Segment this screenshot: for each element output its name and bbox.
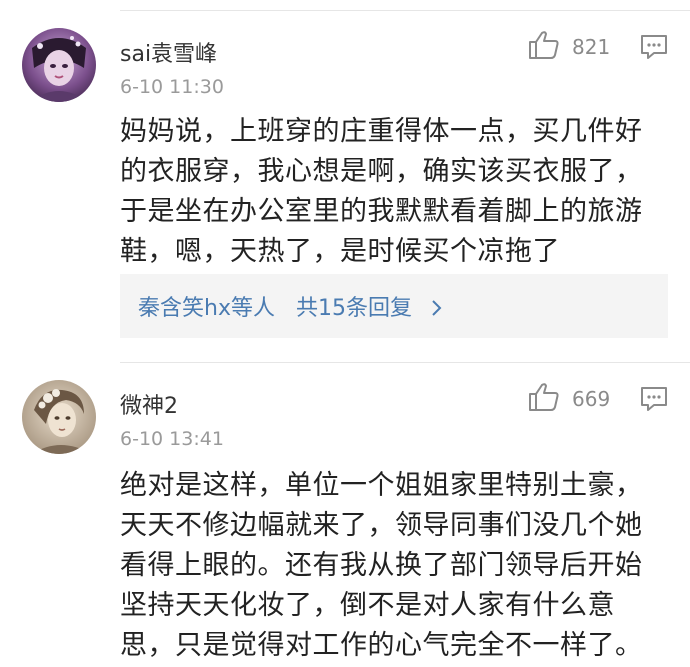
reply-count: 共15条回复	[295, 296, 412, 321]
like-count: 669	[572, 387, 611, 411]
replies-summary[interactable]: 秦含笑hx等人 共15条回复	[120, 274, 668, 338]
comment-bubble-icon[interactable]	[640, 385, 668, 417]
username[interactable]: 微神2	[120, 388, 178, 420]
comment-time: 6-10 13:41	[120, 428, 224, 450]
comment-time: 6-10 11:30	[120, 76, 224, 98]
comment-bubble-icon[interactable]	[640, 33, 668, 65]
username[interactable]: sai袁雪峰	[120, 36, 217, 68]
thumbs-up-icon	[528, 30, 560, 64]
top-divider	[120, 10, 690, 11]
thumbs-up-icon	[528, 382, 560, 416]
like-button[interactable]: 669	[528, 382, 610, 416]
like-button[interactable]: 821	[528, 30, 610, 64]
avatar[interactable]	[22, 28, 96, 102]
avatar[interactable]	[22, 380, 96, 454]
comment-text: 妈妈说，上班穿的庄重得体一点，买几件好 的衣服穿，我心想是啊，确实该买衣服了， …	[120, 116, 643, 267]
chevron-right-icon	[431, 296, 443, 321]
comment-text: 绝对是这样，单位一个姐姐家里特别土豪， 天天不修边幅就来了，领导同事们没几个她 …	[120, 470, 643, 661]
reply-names: 秦含笑hx等人	[138, 296, 275, 321]
comment-divider	[120, 362, 690, 363]
like-count: 821	[572, 35, 611, 59]
